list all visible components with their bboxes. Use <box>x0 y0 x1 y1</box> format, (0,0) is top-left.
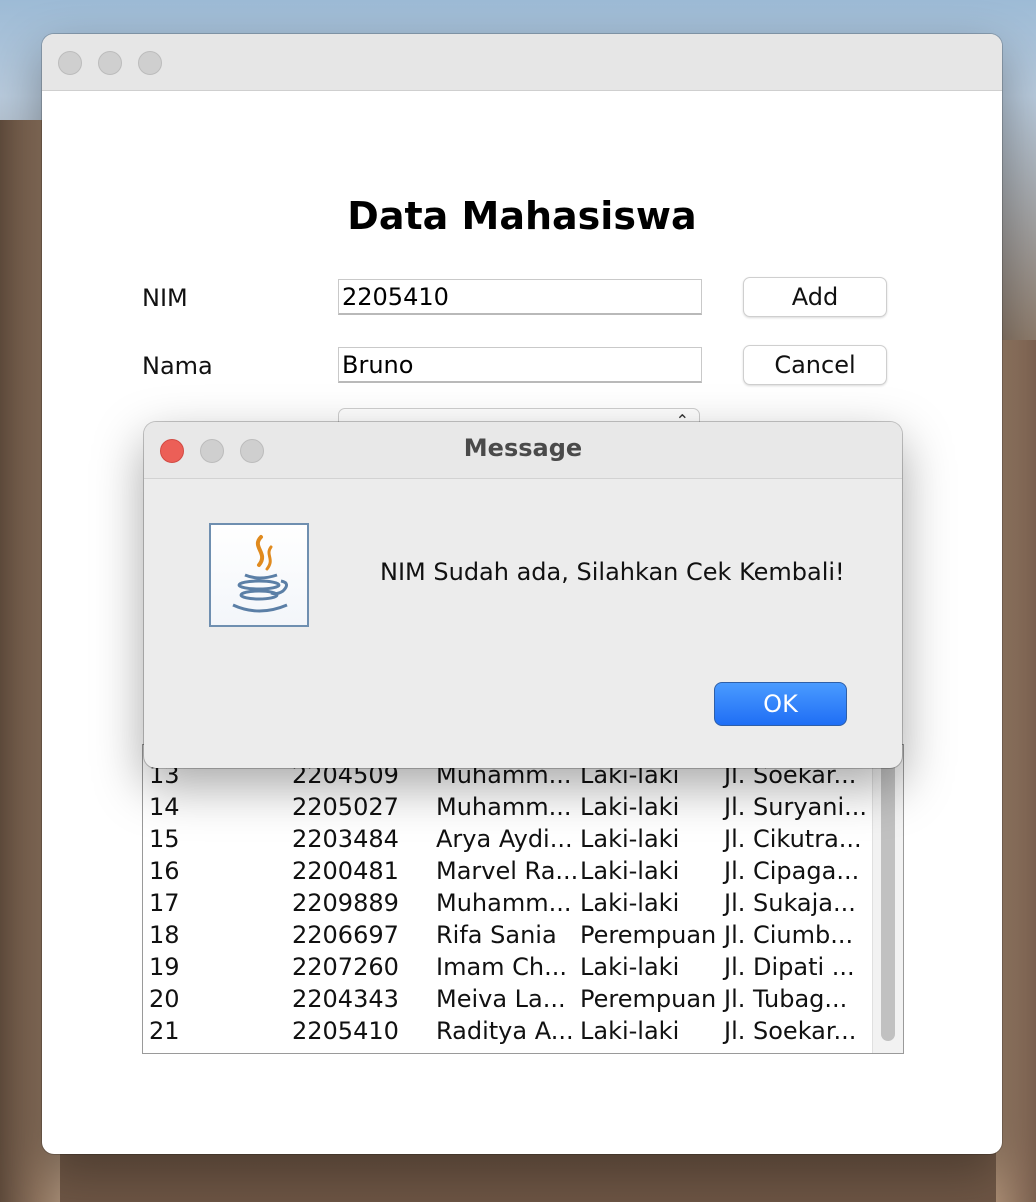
message-dialog: Message NIM Sudah ada, Silahkan Cek Kemb… <box>144 422 902 768</box>
table-cell: Imam Ch... <box>436 953 568 981</box>
table-cell: Muhamm... <box>436 889 572 917</box>
table-cell: Jl. Soekar... <box>724 1017 857 1045</box>
table-row[interactable]: 17 2209889 Muhamm... Laki-laki Jl. Sukaja... <box>143 889 867 921</box>
zoom-button[interactable] <box>138 51 162 75</box>
table-row[interactable]: 19 2207260 Imam Ch... Laki-laki Jl. Dipati .… <box>143 953 867 985</box>
table-cell: 2206697 <box>292 921 399 949</box>
dialog-title: Message <box>463 434 583 462</box>
table-cell: 15 <box>149 825 180 853</box>
table-row[interactable]: 20 2204343 Meiva La... Perempuan Jl. Tubag..… <box>143 985 867 1017</box>
java-icon <box>209 523 309 627</box>
table-cell: Jl. Cipaga... <box>724 857 860 885</box>
table-cell: 19 <box>149 953 180 981</box>
table-cell: 17 <box>149 889 180 917</box>
nama-label: Nama <box>142 352 213 380</box>
table-cell: 18 <box>149 921 180 949</box>
student-table[interactable]: 13 2204509 Muhamm... Laki-laki Jl. Soekar...… <box>142 744 904 1054</box>
table-cell: 2205027 <box>292 793 399 821</box>
table-cell: Rifa Sania <box>436 921 557 949</box>
scrollbar-thumb[interactable] <box>881 745 895 1041</box>
minimize-button[interactable] <box>98 51 122 75</box>
table-cell: 16 <box>149 857 180 885</box>
nim-field[interactable] <box>338 279 702 315</box>
dialog-titlebar[interactable]: Message <box>144 422 902 479</box>
table-cell: Marvel Ra... <box>436 857 579 885</box>
add-button[interactable]: Add <box>743 277 887 317</box>
table-cell: Perempuan <box>580 985 717 1013</box>
dialog-message: NIM Sudah ada, Silahkan Cek Kembali! <box>380 558 845 586</box>
table-cell: Muhamm... <box>436 793 572 821</box>
table-cell: Laki-laki <box>580 889 680 917</box>
close-button[interactable] <box>58 51 82 75</box>
table-cell: Arya Aydi... <box>436 825 573 853</box>
ok-button[interactable]: OK <box>714 682 847 726</box>
table-cell: 21 <box>149 1017 180 1045</box>
table-cell: Laki-laki <box>580 953 680 981</box>
table-row[interactable]: 15 2203484 Arya Aydi... Laki-laki Jl. Cikutr… <box>143 825 867 857</box>
main-titlebar[interactable] <box>42 34 1002 91</box>
table-cell: Jl. Ciumb... <box>724 921 854 949</box>
table-cell: 2207260 <box>292 953 399 981</box>
table-cell: Jl. Cikutra... <box>724 825 862 853</box>
cancel-button[interactable]: Cancel <box>743 345 887 385</box>
table-scrollbar[interactable] <box>872 745 903 1053</box>
table-cell: Laki-laki <box>580 825 680 853</box>
table-cell: 2205410 <box>292 1017 399 1045</box>
table-cell: Jl. Sukaja... <box>724 889 856 917</box>
table-body: 13 2204509 Muhamm... Laki-laki Jl. Soekar...… <box>143 761 867 1049</box>
table-cell: 2200481 <box>292 857 399 885</box>
nama-field[interactable] <box>338 347 702 383</box>
table-row[interactable]: 16 2200481 Marvel Ra... Laki-laki Jl. Cipaga… <box>143 857 867 889</box>
table-cell: Jl. Dipati ... <box>724 953 855 981</box>
table-cell: Laki-laki <box>580 857 680 885</box>
table-cell: Jl. Tubag... <box>724 985 848 1013</box>
table-cell: 20 <box>149 985 180 1013</box>
desktop-rock-right <box>996 340 1036 1202</box>
table-cell: 2203484 <box>292 825 399 853</box>
table-cell: 14 <box>149 793 180 821</box>
table-row[interactable]: 14 2205027 Muhamm... Laki-laki Jl. Suryani..… <box>143 793 867 825</box>
table-cell: Jl. Suryani... <box>724 793 867 821</box>
table-row[interactable]: 21 2205410 Raditya A... Laki-laki Jl. Soekar… <box>143 1017 867 1049</box>
table-cell: 2204343 <box>292 985 399 1013</box>
nim-label: NIM <box>142 284 188 312</box>
table-cell: Perempuan <box>580 921 717 949</box>
table-row[interactable]: 18 2206697 Rifa Sania Perempuan Jl. Ciumb... <box>143 921 867 953</box>
table-cell: Laki-laki <box>580 1017 680 1045</box>
table-cell: 2209889 <box>292 889 399 917</box>
table-cell: Raditya A... <box>436 1017 574 1045</box>
table-cell: Meiva La... <box>436 985 566 1013</box>
table-cell: Laki-laki <box>580 793 680 821</box>
form-title: Data Mahasiswa <box>347 194 697 238</box>
